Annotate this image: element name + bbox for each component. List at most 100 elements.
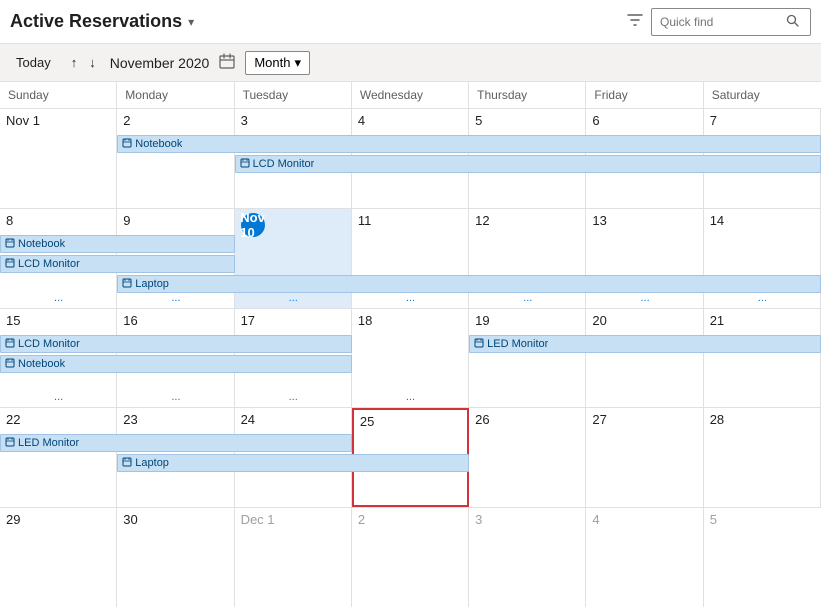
calendar-grid: Nov 1234567NotebookLCD Monitor89Nov 1011… <box>0 109 821 607</box>
view-label: Month <box>254 55 290 70</box>
next-button[interactable]: ↓ <box>85 53 100 72</box>
day-number: 25 <box>360 414 461 429</box>
event-label: Notebook <box>135 138 182 150</box>
more-events-link[interactable]: ... <box>360 391 461 403</box>
event-bar[interactable]: Laptop <box>117 275 821 293</box>
day-number: 8 <box>6 213 110 228</box>
day-number: 28 <box>710 412 814 427</box>
day-number: 24 <box>241 412 345 427</box>
day-number: 17 <box>241 313 345 328</box>
today-button[interactable]: Today <box>10 52 57 73</box>
day-number: 21 <box>710 313 814 328</box>
week-row-4: 29 30 Dec 1 2345 <box>0 508 821 607</box>
view-dropdown-button[interactable]: Month ▾ <box>245 51 310 75</box>
header-thursday: Thursday <box>469 82 586 108</box>
day-cell-w4-d4[interactable]: 3 <box>469 508 586 607</box>
calendar: Sunday Monday Tuesday Wednesday Thursday… <box>0 82 821 607</box>
day-number: 2 <box>358 512 462 527</box>
day-number: 7 <box>710 113 814 128</box>
nav-arrows: ↑ ↓ <box>67 53 100 72</box>
day-cell-w4-d3[interactable]: 2 <box>352 508 469 607</box>
event-icon <box>5 338 15 350</box>
day-number: 23 <box>123 412 227 427</box>
header-monday: Monday <box>117 82 234 108</box>
day-cell-w4-d2[interactable]: Dec 1 <box>235 508 352 607</box>
event-icon <box>474 338 484 350</box>
more-events-link[interactable]: ... <box>125 391 226 403</box>
day-cell-w3-d5[interactable]: 27 <box>586 408 703 507</box>
filter-icon[interactable] <box>627 12 643 31</box>
event-bar[interactable]: LED Monitor <box>469 335 821 353</box>
day-cell-w4-d0[interactable]: 29 <box>0 508 117 607</box>
page-title: Active Reservations <box>10 11 182 32</box>
event-icon <box>5 437 15 449</box>
day-number: 22 <box>6 412 110 427</box>
event-label: LED Monitor <box>18 437 79 449</box>
day-cell-w2-d5[interactable]: 20 <box>586 309 703 408</box>
day-number: 30 <box>123 512 227 527</box>
view-chevron-icon: ▾ <box>294 55 301 71</box>
day-cell-w0-d1[interactable]: 2 <box>117 109 234 208</box>
event-bar[interactable]: Notebook <box>0 355 352 373</box>
event-bar[interactable]: Laptop <box>117 454 469 472</box>
day-number: 9 <box>123 213 227 228</box>
day-number: 19 <box>475 313 579 328</box>
event-bar[interactable]: LED Monitor <box>0 434 352 452</box>
header-saturday: Saturday <box>704 82 821 108</box>
header-sunday: Sunday <box>0 82 117 108</box>
more-events-link[interactable]: ... <box>125 292 226 304</box>
search-input[interactable] <box>660 15 780 29</box>
event-bar[interactable]: Notebook <box>117 135 821 153</box>
day-number: Dec 1 <box>241 512 345 527</box>
day-cell-w4-d6[interactable]: 5 <box>704 508 821 607</box>
event-icon <box>122 457 132 469</box>
week-row-3: 22 23 24 25 26 27 28 LED Monitor Laptop <box>0 408 821 508</box>
month-year-label: November 2020 <box>110 55 210 71</box>
event-bar[interactable]: LCD Monitor <box>0 335 352 353</box>
day-cell-w4-d5[interactable]: 4 <box>586 508 703 607</box>
week-row-1: 89Nov 1011121314NotebookLCD MonitorLapto… <box>0 209 821 309</box>
event-label: LED Monitor <box>487 338 548 350</box>
more-events-link[interactable]: ... <box>477 292 578 304</box>
day-cell-w3-d0[interactable]: 22 <box>0 408 117 507</box>
day-cell-w4-d1[interactable]: 30 <box>117 508 234 607</box>
more-events-link[interactable]: ... <box>243 292 344 304</box>
search-box <box>651 8 811 36</box>
event-bar[interactable]: Notebook <box>0 235 235 253</box>
title-chevron-icon[interactable]: ▾ <box>188 15 194 29</box>
more-events-link[interactable]: ... <box>8 292 109 304</box>
day-number: 3 <box>241 113 345 128</box>
header: Active Reservations ▾ <box>0 0 821 44</box>
event-icon <box>5 258 15 270</box>
header-wednesday: Wednesday <box>352 82 469 108</box>
event-icon <box>240 158 250 170</box>
event-bar[interactable]: LCD Monitor <box>235 155 821 173</box>
event-bar[interactable]: LCD Monitor <box>0 255 235 273</box>
prev-button[interactable]: ↑ <box>67 53 82 72</box>
day-number: 27 <box>592 412 696 427</box>
today-label: Today <box>16 55 51 70</box>
event-label: Laptop <box>135 457 169 469</box>
more-events-link[interactable]: ... <box>712 292 813 304</box>
day-number: 16 <box>123 313 227 328</box>
more-events-link[interactable]: ... <box>243 391 344 403</box>
day-number: 26 <box>475 412 579 427</box>
more-events-link[interactable]: ... <box>360 292 461 304</box>
event-icon <box>122 278 132 290</box>
day-number: Nov 10 <box>241 213 265 237</box>
event-icon <box>5 238 15 250</box>
day-cell-w2-d6[interactable]: 21 <box>704 309 821 408</box>
day-cell-w2-d4[interactable]: 19 <box>469 309 586 408</box>
day-number: 2 <box>123 113 227 128</box>
calendar-icon <box>219 53 235 72</box>
event-label: LCD Monitor <box>253 158 315 170</box>
more-events-link[interactable]: ... <box>8 391 109 403</box>
day-cell-w0-d0[interactable]: Nov 1 <box>0 109 117 208</box>
day-number: 18 <box>358 313 462 328</box>
more-events-link[interactable]: ... <box>595 292 696 304</box>
header-tuesday: Tuesday <box>235 82 352 108</box>
toolbar: Today ↑ ↓ November 2020 Month ▾ <box>0 44 821 82</box>
day-cell-w3-d6[interactable]: 28 <box>704 408 821 507</box>
event-label: LCD Monitor <box>18 338 80 350</box>
day-cell-w3-d4[interactable]: 26 <box>469 408 586 507</box>
